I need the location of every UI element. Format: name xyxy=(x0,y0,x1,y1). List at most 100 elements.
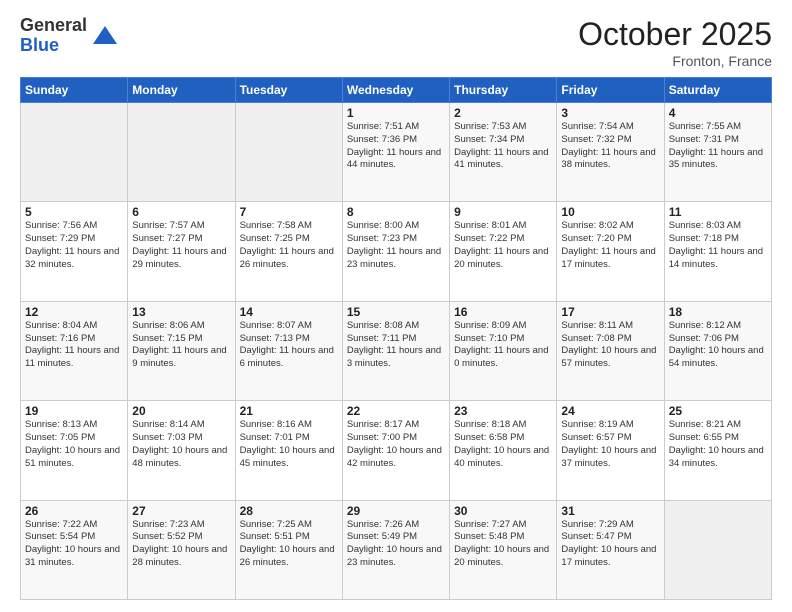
logo-general: General xyxy=(20,16,87,36)
calendar-cell: 15Sunrise: 8:08 AM Sunset: 7:11 PM Dayli… xyxy=(342,301,449,400)
day-number: 12 xyxy=(25,305,123,319)
day-number: 20 xyxy=(132,404,230,418)
calendar-week-row: 12Sunrise: 8:04 AM Sunset: 7:16 PM Dayli… xyxy=(21,301,772,400)
day-info: Sunrise: 8:03 AM Sunset: 7:18 PM Dayligh… xyxy=(669,220,767,271)
calendar-cell: 10Sunrise: 8:02 AM Sunset: 7:20 PM Dayli… xyxy=(557,202,664,301)
day-info: Sunrise: 7:23 AM Sunset: 5:52 PM Dayligh… xyxy=(132,519,230,570)
calendar-cell xyxy=(21,103,128,202)
day-number: 13 xyxy=(132,305,230,319)
col-tuesday: Tuesday xyxy=(235,78,342,103)
day-info: Sunrise: 7:27 AM Sunset: 5:48 PM Dayligh… xyxy=(454,519,552,570)
calendar-cell: 30Sunrise: 7:27 AM Sunset: 5:48 PM Dayli… xyxy=(450,500,557,599)
calendar-header-row: Sunday Monday Tuesday Wednesday Thursday… xyxy=(21,78,772,103)
day-info: Sunrise: 8:04 AM Sunset: 7:16 PM Dayligh… xyxy=(25,320,123,371)
day-info: Sunrise: 7:58 AM Sunset: 7:25 PM Dayligh… xyxy=(240,220,338,271)
calendar-cell: 16Sunrise: 8:09 AM Sunset: 7:10 PM Dayli… xyxy=(450,301,557,400)
calendar-cell: 25Sunrise: 8:21 AM Sunset: 6:55 PM Dayli… xyxy=(664,401,771,500)
day-number: 5 xyxy=(25,205,123,219)
day-info: Sunrise: 8:16 AM Sunset: 7:01 PM Dayligh… xyxy=(240,419,338,470)
day-info: Sunrise: 8:11 AM Sunset: 7:08 PM Dayligh… xyxy=(561,320,659,371)
day-number: 28 xyxy=(240,504,338,518)
logo-icon xyxy=(91,22,119,50)
calendar-cell: 29Sunrise: 7:26 AM Sunset: 5:49 PM Dayli… xyxy=(342,500,449,599)
day-info: Sunrise: 7:57 AM Sunset: 7:27 PM Dayligh… xyxy=(132,220,230,271)
logo-blue: Blue xyxy=(20,36,87,56)
calendar-cell: 23Sunrise: 8:18 AM Sunset: 6:58 PM Dayli… xyxy=(450,401,557,500)
day-number: 18 xyxy=(669,305,767,319)
day-info: Sunrise: 7:54 AM Sunset: 7:32 PM Dayligh… xyxy=(561,121,659,172)
page-header: General Blue October 2025 Fronton, Franc… xyxy=(20,16,772,69)
day-info: Sunrise: 8:18 AM Sunset: 6:58 PM Dayligh… xyxy=(454,419,552,470)
calendar-week-row: 19Sunrise: 8:13 AM Sunset: 7:05 PM Dayli… xyxy=(21,401,772,500)
day-number: 25 xyxy=(669,404,767,418)
day-number: 6 xyxy=(132,205,230,219)
calendar-cell: 7Sunrise: 7:58 AM Sunset: 7:25 PM Daylig… xyxy=(235,202,342,301)
calendar-cell: 17Sunrise: 8:11 AM Sunset: 7:08 PM Dayli… xyxy=(557,301,664,400)
title-block: October 2025 Fronton, France xyxy=(578,16,772,69)
day-number: 31 xyxy=(561,504,659,518)
calendar-cell: 5Sunrise: 7:56 AM Sunset: 7:29 PM Daylig… xyxy=(21,202,128,301)
day-number: 11 xyxy=(669,205,767,219)
calendar-cell: 20Sunrise: 8:14 AM Sunset: 7:03 PM Dayli… xyxy=(128,401,235,500)
day-number: 24 xyxy=(561,404,659,418)
calendar-cell: 4Sunrise: 7:55 AM Sunset: 7:31 PM Daylig… xyxy=(664,103,771,202)
day-info: Sunrise: 8:08 AM Sunset: 7:11 PM Dayligh… xyxy=(347,320,445,371)
day-info: Sunrise: 8:13 AM Sunset: 7:05 PM Dayligh… xyxy=(25,419,123,470)
calendar-table: Sunday Monday Tuesday Wednesday Thursday… xyxy=(20,77,772,600)
day-number: 22 xyxy=(347,404,445,418)
day-info: Sunrise: 7:25 AM Sunset: 5:51 PM Dayligh… xyxy=(240,519,338,570)
location: Fronton, France xyxy=(578,53,772,69)
day-number: 2 xyxy=(454,106,552,120)
calendar-cell: 1Sunrise: 7:51 AM Sunset: 7:36 PM Daylig… xyxy=(342,103,449,202)
day-number: 26 xyxy=(25,504,123,518)
calendar-cell: 8Sunrise: 8:00 AM Sunset: 7:23 PM Daylig… xyxy=(342,202,449,301)
col-sunday: Sunday xyxy=(21,78,128,103)
day-number: 29 xyxy=(347,504,445,518)
calendar-week-row: 26Sunrise: 7:22 AM Sunset: 5:54 PM Dayli… xyxy=(21,500,772,599)
day-info: Sunrise: 8:02 AM Sunset: 7:20 PM Dayligh… xyxy=(561,220,659,271)
col-friday: Friday xyxy=(557,78,664,103)
calendar-cell: 14Sunrise: 8:07 AM Sunset: 7:13 PM Dayli… xyxy=(235,301,342,400)
day-number: 16 xyxy=(454,305,552,319)
day-number: 10 xyxy=(561,205,659,219)
day-info: Sunrise: 8:19 AM Sunset: 6:57 PM Dayligh… xyxy=(561,419,659,470)
calendar-week-row: 1Sunrise: 7:51 AM Sunset: 7:36 PM Daylig… xyxy=(21,103,772,202)
calendar-week-row: 5Sunrise: 7:56 AM Sunset: 7:29 PM Daylig… xyxy=(21,202,772,301)
day-info: Sunrise: 8:14 AM Sunset: 7:03 PM Dayligh… xyxy=(132,419,230,470)
calendar-cell: 31Sunrise: 7:29 AM Sunset: 5:47 PM Dayli… xyxy=(557,500,664,599)
day-info: Sunrise: 7:22 AM Sunset: 5:54 PM Dayligh… xyxy=(25,519,123,570)
calendar-cell: 3Sunrise: 7:54 AM Sunset: 7:32 PM Daylig… xyxy=(557,103,664,202)
day-number: 15 xyxy=(347,305,445,319)
calendar-cell: 9Sunrise: 8:01 AM Sunset: 7:22 PM Daylig… xyxy=(450,202,557,301)
day-info: Sunrise: 7:55 AM Sunset: 7:31 PM Dayligh… xyxy=(669,121,767,172)
calendar-cell xyxy=(664,500,771,599)
day-info: Sunrise: 7:51 AM Sunset: 7:36 PM Dayligh… xyxy=(347,121,445,172)
col-thursday: Thursday xyxy=(450,78,557,103)
day-info: Sunrise: 8:00 AM Sunset: 7:23 PM Dayligh… xyxy=(347,220,445,271)
day-number: 4 xyxy=(669,106,767,120)
col-monday: Monday xyxy=(128,78,235,103)
day-info: Sunrise: 8:17 AM Sunset: 7:00 PM Dayligh… xyxy=(347,419,445,470)
day-number: 7 xyxy=(240,205,338,219)
calendar-cell: 18Sunrise: 8:12 AM Sunset: 7:06 PM Dayli… xyxy=(664,301,771,400)
calendar-cell: 24Sunrise: 8:19 AM Sunset: 6:57 PM Dayli… xyxy=(557,401,664,500)
day-number: 21 xyxy=(240,404,338,418)
day-number: 9 xyxy=(454,205,552,219)
day-number: 30 xyxy=(454,504,552,518)
day-info: Sunrise: 8:21 AM Sunset: 6:55 PM Dayligh… xyxy=(669,419,767,470)
day-info: Sunrise: 7:29 AM Sunset: 5:47 PM Dayligh… xyxy=(561,519,659,570)
calendar-cell: 13Sunrise: 8:06 AM Sunset: 7:15 PM Dayli… xyxy=(128,301,235,400)
col-wednesday: Wednesday xyxy=(342,78,449,103)
calendar-cell: 2Sunrise: 7:53 AM Sunset: 7:34 PM Daylig… xyxy=(450,103,557,202)
calendar-cell: 28Sunrise: 7:25 AM Sunset: 5:51 PM Dayli… xyxy=(235,500,342,599)
day-number: 8 xyxy=(347,205,445,219)
calendar-cell: 6Sunrise: 7:57 AM Sunset: 7:27 PM Daylig… xyxy=(128,202,235,301)
day-number: 17 xyxy=(561,305,659,319)
calendar-cell: 19Sunrise: 8:13 AM Sunset: 7:05 PM Dayli… xyxy=(21,401,128,500)
calendar-cell: 22Sunrise: 8:17 AM Sunset: 7:00 PM Dayli… xyxy=(342,401,449,500)
day-number: 19 xyxy=(25,404,123,418)
day-info: Sunrise: 8:06 AM Sunset: 7:15 PM Dayligh… xyxy=(132,320,230,371)
calendar-cell: 11Sunrise: 8:03 AM Sunset: 7:18 PM Dayli… xyxy=(664,202,771,301)
day-number: 3 xyxy=(561,106,659,120)
logo: General Blue xyxy=(20,16,119,56)
